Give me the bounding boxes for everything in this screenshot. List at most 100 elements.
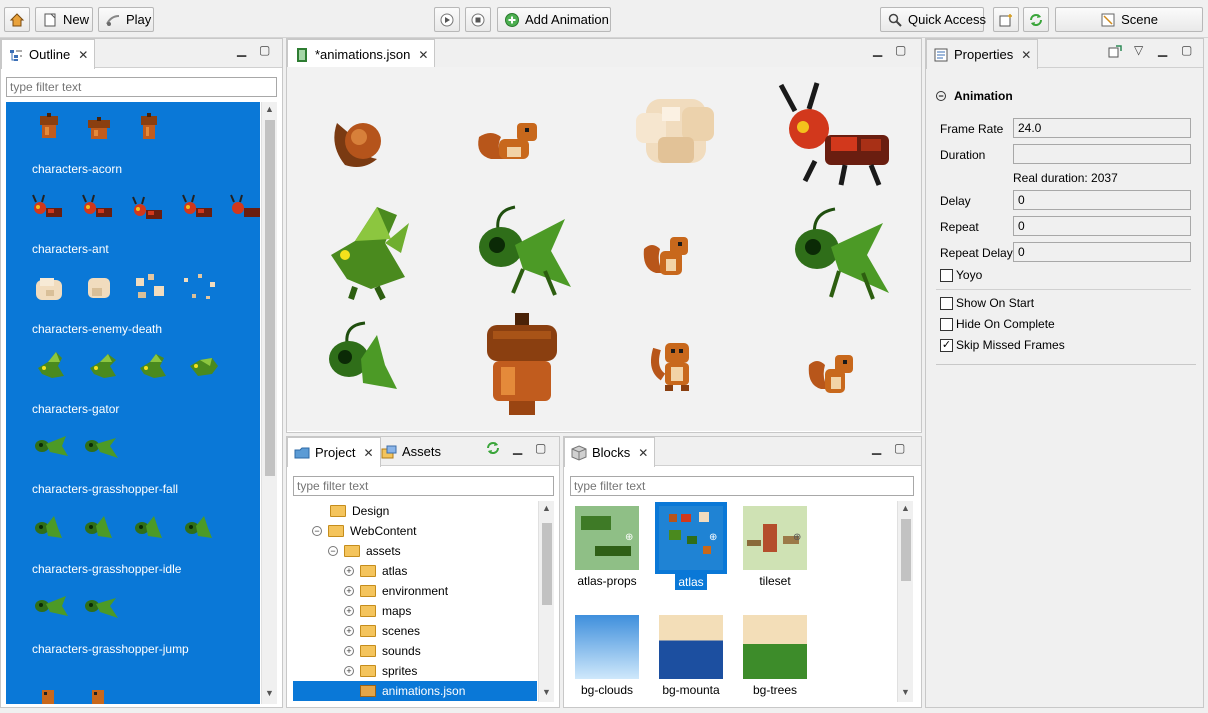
- tree-item-sounds[interactable]: + sounds: [344, 641, 421, 661]
- grasshopper-sprite[interactable]: [325, 319, 401, 395]
- list-item[interactable]: characters-grasshopper-jump: [6, 582, 260, 662]
- close-icon[interactable]: ✕: [1021, 48, 1031, 62]
- animation-section-header[interactable]: − Animation: [936, 89, 1013, 103]
- close-icon[interactable]: ✕: [638, 446, 648, 460]
- tab-animations-json[interactable]: *animations.json ✕: [287, 39, 436, 69]
- blocks-filter-input[interactable]: [570, 476, 914, 496]
- play-animation-button[interactable]: [434, 7, 460, 32]
- scroll-thumb[interactable]: [901, 519, 911, 581]
- tree-item-assets[interactable]: − assets: [328, 541, 401, 561]
- squirrel-sprite[interactable]: [475, 119, 547, 163]
- repeat-delay-input[interactable]: 0: [1013, 242, 1191, 262]
- checkbox-box[interactable]: [940, 317, 953, 331]
- list-item[interactable]: characters-grasshopper-idle: [6, 502, 260, 582]
- block-item[interactable]: ⊕ atlas-props: [567, 506, 647, 588]
- smoke-puff-sprite[interactable]: [632, 89, 720, 173]
- tree-item-animations-json[interactable]: animations.json: [293, 681, 537, 701]
- maximize-icon[interactable]: ▢: [894, 441, 905, 455]
- minimize-icon[interactable]: ▁: [513, 441, 522, 455]
- scroll-up-icon[interactable]: ▲: [265, 104, 274, 114]
- expand-icon[interactable]: +: [344, 606, 354, 616]
- outline-scrollbar[interactable]: ▲ ▼: [261, 102, 277, 704]
- new-button[interactable]: New: [35, 7, 93, 32]
- open-perspective-button[interactable]: [993, 7, 1019, 32]
- tree-item-sprites[interactable]: + sprites: [344, 661, 417, 681]
- scroll-thumb[interactable]: [542, 523, 552, 605]
- frame-rate-input[interactable]: 24.0: [1013, 118, 1191, 138]
- close-icon[interactable]: ✕: [78, 48, 88, 62]
- grasshopper-sprite[interactable]: [791, 207, 891, 301]
- yoyo-checkbox[interactable]: Yoyo: [940, 268, 982, 282]
- maximize-icon[interactable]: ▢: [259, 43, 270, 57]
- checkbox-box[interactable]: [940, 268, 953, 282]
- tree-item-design[interactable]: Design: [330, 501, 389, 521]
- block-item[interactable]: bg-clouds: [567, 615, 647, 697]
- list-item[interactable]: characters-enemy-death: [6, 262, 260, 342]
- acorn-spinning-sprite[interactable]: [327, 115, 387, 173]
- refresh-icon[interactable]: [485, 440, 501, 459]
- hide-on-complete-checkbox[interactable]: Hide On Complete: [940, 317, 1055, 331]
- squirrel-sprite[interactable]: [651, 339, 703, 393]
- block-item[interactable]: ⊕ atlas: [651, 502, 731, 590]
- expand-icon[interactable]: +: [344, 666, 354, 676]
- refresh-button[interactable]: [1023, 7, 1049, 32]
- project-filter-input[interactable]: [293, 476, 554, 496]
- ant-sprite[interactable]: [775, 81, 899, 189]
- squirrel-sprite[interactable]: [807, 353, 857, 399]
- tree-item-maps[interactable]: + maps: [344, 601, 411, 621]
- duration-input[interactable]: [1013, 144, 1191, 164]
- list-item[interactable]: characters-ant: [6, 182, 260, 262]
- expand-icon[interactable]: +: [344, 626, 354, 636]
- expand-icon[interactable]: +: [344, 566, 354, 576]
- squirrel-sprite[interactable]: [642, 235, 694, 281]
- minimize-icon[interactable]: ▁: [237, 43, 246, 57]
- minimize-icon[interactable]: ▁: [873, 43, 882, 57]
- scroll-thumb[interactable]: [265, 120, 275, 476]
- project-scrollbar[interactable]: ▲ ▼: [538, 501, 554, 702]
- acorn-sprite[interactable]: [479, 313, 565, 417]
- animation-canvas[interactable]: [287, 67, 921, 431]
- scroll-down-icon[interactable]: ▼: [265, 688, 274, 698]
- close-icon[interactable]: ✕: [363, 446, 373, 460]
- scroll-up-icon[interactable]: ▲: [901, 503, 910, 513]
- list-item[interactable]: [6, 662, 260, 704]
- tab-blocks[interactable]: Blocks ✕: [564, 437, 656, 467]
- home-button[interactable]: [4, 7, 30, 32]
- tree-item-atlas[interactable]: + atlas: [344, 561, 407, 581]
- maximize-icon[interactable]: ▢: [895, 43, 906, 57]
- minimize-icon[interactable]: ▁: [872, 441, 881, 455]
- play-button[interactable]: Play: [98, 7, 154, 32]
- scene-perspective-button[interactable]: Scene: [1055, 7, 1203, 32]
- scroll-down-icon[interactable]: ▼: [542, 687, 551, 697]
- tree-item-scenes[interactable]: + scenes: [344, 621, 420, 641]
- block-item[interactable]: ⊕ tileset: [735, 506, 815, 588]
- collapse-icon[interactable]: −: [312, 526, 322, 536]
- block-item[interactable]: bg-trees: [735, 615, 815, 697]
- blocks-scrollbar[interactable]: ▲ ▼: [897, 501, 913, 702]
- gator-sprite[interactable]: [325, 203, 411, 301]
- stop-animation-button[interactable]: [465, 7, 491, 32]
- view-menu-icon[interactable]: ▽: [1134, 43, 1143, 57]
- list-item[interactable]: characters-gator: [6, 342, 260, 422]
- add-animation-button[interactable]: Add Animation: [497, 7, 611, 32]
- repeat-input[interactable]: 0: [1013, 216, 1191, 236]
- list-item[interactable]: characters-acorn: [6, 102, 260, 182]
- collapse-icon[interactable]: −: [936, 91, 946, 101]
- checkbox-box[interactable]: [940, 296, 953, 310]
- tree-item-environment[interactable]: + environment: [344, 581, 448, 601]
- checkbox-box[interactable]: ✓: [940, 338, 953, 352]
- quick-access-button[interactable]: Quick Access: [880, 7, 986, 32]
- grasshopper-sprite[interactable]: [475, 205, 573, 297]
- expand-icon[interactable]: +: [344, 646, 354, 656]
- close-icon[interactable]: ✕: [418, 48, 428, 62]
- tab-outline[interactable]: Outline ✕: [1, 39, 96, 69]
- maximize-icon[interactable]: ▢: [535, 441, 546, 455]
- tab-project[interactable]: Project ✕: [287, 437, 381, 467]
- outline-filter-input[interactable]: [6, 77, 277, 97]
- tree-item-webcontent[interactable]: − WebContent: [312, 521, 417, 541]
- delay-input[interactable]: 0: [1013, 190, 1191, 210]
- collapse-icon[interactable]: −: [328, 546, 338, 556]
- expand-icon[interactable]: +: [344, 586, 354, 596]
- skip-missed-frames-checkbox[interactable]: ✓ Skip Missed Frames: [940, 338, 1065, 352]
- tab-properties[interactable]: Properties ✕: [926, 39, 1039, 69]
